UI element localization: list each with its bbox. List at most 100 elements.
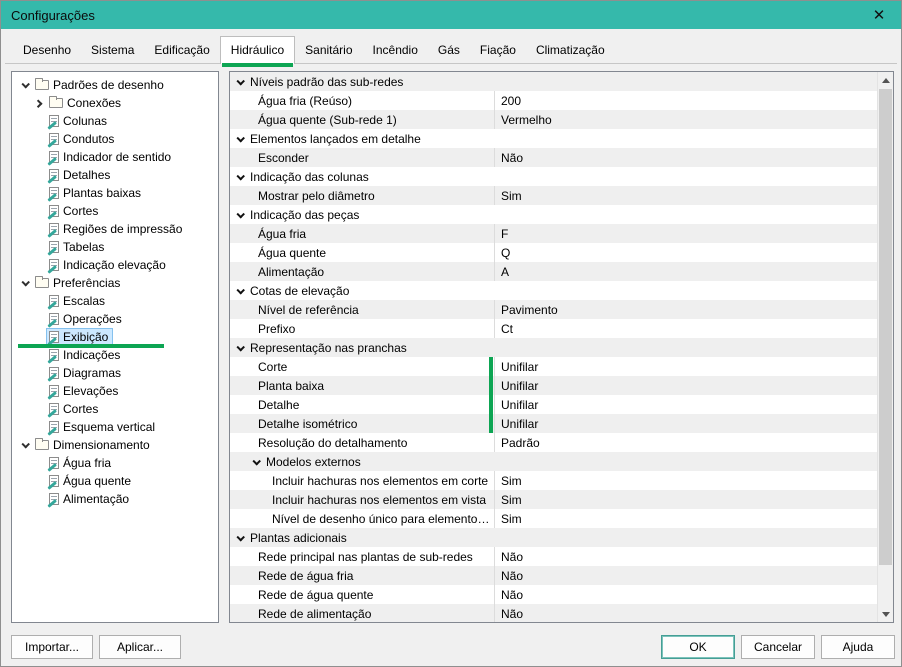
tree-item-operacoes[interactable]: Operações [12, 310, 218, 328]
expand-arrow[interactable] [32, 100, 46, 106]
group-row-elementos-lancados-em-detalhe[interactable]: Elementos lançados em detalhe [230, 129, 877, 148]
property-row-nivel-desenho-unico[interactable]: Nível de desenho único para elementos ..… [230, 509, 877, 528]
property-value[interactable]: Não [494, 566, 877, 585]
help-button[interactable]: Ajuda [821, 635, 895, 659]
property-row-mostrar-pelo-diametro[interactable]: Mostrar pelo diâmetro Sim [230, 186, 877, 205]
tree-item-agua-fria[interactable]: Água fria [12, 454, 218, 472]
property-row-corte[interactable]: Corte Unifilar [230, 357, 877, 376]
tab-desenho[interactable]: Desenho [13, 39, 81, 63]
tree-item-padroes-de-desenho[interactable]: Padrões de desenho [12, 76, 218, 94]
property-row-esconder[interactable]: Esconder Não [230, 148, 877, 167]
property-row-prefixo[interactable]: Prefixo Ct [230, 319, 877, 338]
property-value[interactable]: Não [494, 604, 877, 622]
title-bar[interactable]: Configurações ✕ [1, 1, 901, 29]
tree-item-condutos[interactable]: Condutos [12, 130, 218, 148]
group-row-modelos-externos[interactable]: Modelos externos [230, 452, 877, 471]
group-row-niveis-padrao-sub-redes[interactable]: Níveis padrão das sub-redes [230, 72, 877, 91]
chevron-down-icon[interactable] [236, 172, 244, 180]
tab-incendio[interactable]: Incêndio [363, 39, 428, 63]
group-row-cotas-de-elevacao[interactable]: Cotas de elevação [230, 281, 877, 300]
property-value[interactable]: Sim [494, 490, 877, 509]
close-icon[interactable]: ✕ [867, 6, 891, 24]
chevron-down-icon[interactable] [236, 210, 244, 218]
tree-item-preferencias[interactable]: Preferências [12, 274, 218, 292]
tree-item-escalas[interactable]: Escalas [12, 292, 218, 310]
property-value[interactable]: Unifilar [494, 357, 877, 376]
property-value[interactable]: Vermelho [494, 110, 877, 129]
property-value[interactable]: F [494, 224, 877, 243]
property-value[interactable]: 200 [494, 91, 877, 110]
property-row-agua-fria[interactable]: Água fria F [230, 224, 877, 243]
tab-climatizacao[interactable]: Climatização [526, 39, 615, 63]
ok-button[interactable]: OK [661, 635, 735, 659]
property-row-nivel-de-referencia[interactable]: Nível de referência Pavimento [230, 300, 877, 319]
chevron-down-icon[interactable] [236, 134, 244, 142]
property-value[interactable]: Não [494, 148, 877, 167]
import-button[interactable]: Importar... [11, 635, 93, 659]
tab-hidraulico[interactable]: Hidráulico [220, 36, 295, 64]
property-value[interactable]: Sim [494, 471, 877, 490]
property-row-rede-principal-sub-redes[interactable]: Rede principal nas plantas de sub-redes … [230, 547, 877, 566]
property-value[interactable]: Unifilar [494, 395, 877, 414]
group-row-indicacao-das-colunas[interactable]: Indicação das colunas [230, 167, 877, 186]
property-row-hachuras-em-vista[interactable]: Incluir hachuras nos elementos em vista … [230, 490, 877, 509]
tree-item-detalhes[interactable]: Detalhes [12, 166, 218, 184]
expand-arrow[interactable] [18, 442, 32, 448]
tab-sanitario[interactable]: Sanitário [295, 39, 362, 63]
tab-fiacao[interactable]: Fiação [470, 39, 526, 63]
tab-sistema[interactable]: Sistema [81, 39, 144, 63]
property-value[interactable]: Não [494, 585, 877, 604]
property-row-agua-quente[interactable]: Água quente Q [230, 243, 877, 262]
property-row-rede-de-alimentacao[interactable]: Rede de alimentação Não [230, 604, 877, 622]
property-value[interactable]: Unifilar [494, 376, 877, 395]
vertical-scrollbar[interactable] [877, 72, 893, 622]
tree-item-diagramas[interactable]: Diagramas [12, 364, 218, 382]
chevron-down-icon[interactable] [252, 457, 260, 465]
property-value[interactable]: Sim [494, 186, 877, 205]
property-value[interactable]: Padrão [494, 433, 877, 452]
tree-item-indicacao-elevacao[interactable]: Indicação elevação [12, 256, 218, 274]
group-row-plantas-adicionais[interactable]: Plantas adicionais [230, 528, 877, 547]
tree-item-indicacoes[interactable]: Indicações [12, 346, 218, 364]
property-value[interactable]: Pavimento [494, 300, 877, 319]
tree-item-agua-quente[interactable]: Água quente [12, 472, 218, 490]
tab-edificacao[interactable]: Edificação [144, 39, 219, 63]
tree-item-elevacoes[interactable]: Elevações [12, 382, 218, 400]
property-row-agua-quente-sub-rede-1[interactable]: Água quente (Sub-rede 1) Vermelho [230, 110, 877, 129]
chevron-down-icon[interactable] [236, 77, 244, 85]
tree-item-indicador-de-sentido[interactable]: Indicador de sentido [12, 148, 218, 166]
property-row-planta-baixa[interactable]: Planta baixa Unifilar [230, 376, 877, 395]
scrollbar-thumb[interactable] [879, 89, 892, 565]
property-row-rede-de-agua-quente[interactable]: Rede de água quente Não [230, 585, 877, 604]
scroll-down-button[interactable] [878, 606, 893, 622]
group-row-indicacao-das-pecas[interactable]: Indicação das peças [230, 205, 877, 224]
property-row-agua-fria-reuso[interactable]: Água fria (Reúso) 200 [230, 91, 877, 110]
tab-gas[interactable]: Gás [428, 39, 470, 63]
property-value[interactable]: Sim [494, 509, 877, 528]
tree-item-esquema-vertical[interactable]: Esquema vertical [12, 418, 218, 436]
tree-item-exibicao[interactable]: Exibição [12, 328, 218, 346]
chevron-down-icon[interactable] [236, 286, 244, 294]
property-value[interactable]: Ct [494, 319, 877, 338]
property-row-resolucao-do-detalhamento[interactable]: Resolução do detalhamento Padrão [230, 433, 877, 452]
tree-item-cortes-1[interactable]: Cortes [12, 202, 218, 220]
tree-item-alimentacao[interactable]: Alimentação [12, 490, 218, 508]
property-row-detalhe-isometrico[interactable]: Detalhe isométrico Unifilar [230, 414, 877, 433]
property-row-rede-de-agua-fria[interactable]: Rede de água fria Não [230, 566, 877, 585]
chevron-down-icon[interactable] [236, 343, 244, 351]
group-row-representacao-nas-pranchas[interactable]: Representação nas pranchas [230, 338, 877, 357]
property-value[interactable]: A [494, 262, 877, 281]
tree-item-plantas-baixas[interactable]: Plantas baixas [12, 184, 218, 202]
property-value[interactable]: Q [494, 243, 877, 262]
cancel-button[interactable]: Cancelar [741, 635, 815, 659]
scroll-up-button[interactable] [878, 72, 893, 88]
property-row-alimentacao[interactable]: Alimentação A [230, 262, 877, 281]
expand-arrow[interactable] [18, 82, 32, 88]
property-value[interactable]: Não [494, 547, 877, 566]
tree-item-cortes-2[interactable]: Cortes [12, 400, 218, 418]
apply-button[interactable]: Aplicar... [99, 635, 181, 659]
tree-item-conexoes[interactable]: Conexões [12, 94, 218, 112]
property-row-detalhe[interactable]: Detalhe Unifilar [230, 395, 877, 414]
property-value[interactable]: Unifilar [494, 414, 877, 433]
chevron-down-icon[interactable] [236, 533, 244, 541]
